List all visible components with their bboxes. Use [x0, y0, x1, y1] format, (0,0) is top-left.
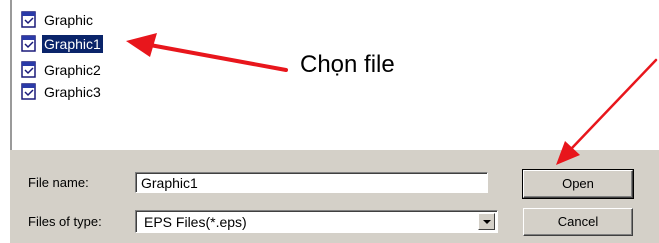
annotation-arrows	[126, 33, 658, 165]
arrow-head	[126, 33, 157, 57]
open-file-dialog: Graphic Graphic1 Graphic2 Graphic3 File …	[0, 0, 659, 243]
arrow-to-file	[148, 43, 288, 72]
arrow-to-open	[570, 58, 658, 150]
